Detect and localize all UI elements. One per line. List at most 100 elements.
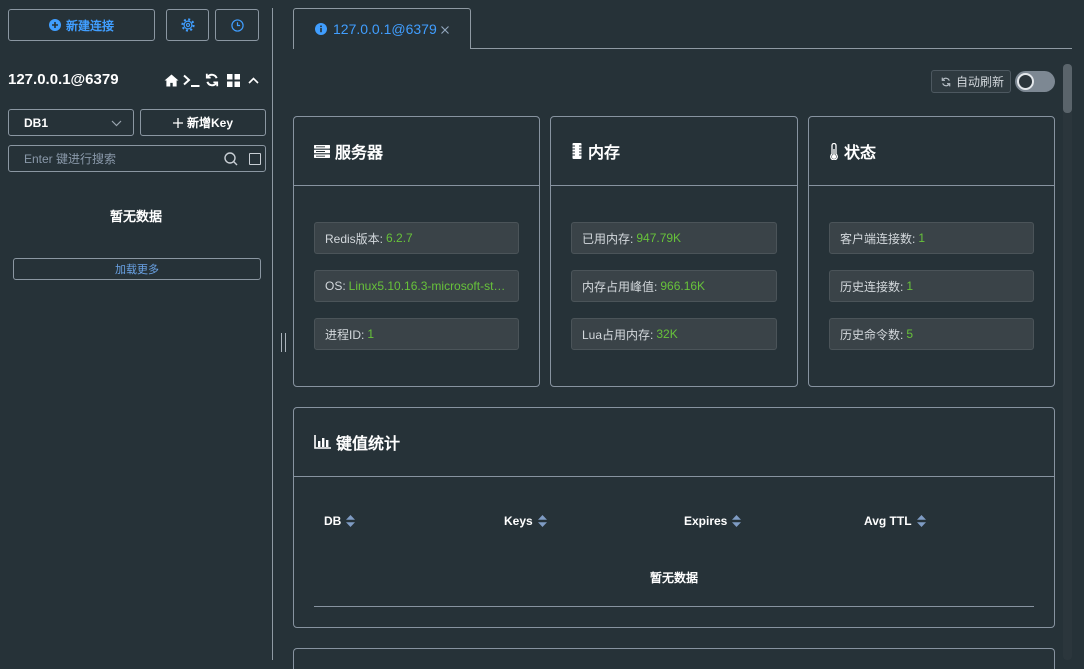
main-scrollbar[interactable] — [1063, 64, 1072, 660]
item-label: 进程ID: — [325, 327, 365, 342]
main-scrollbar-thumb[interactable] — [1063, 64, 1072, 113]
item-value: 5 — [906, 327, 914, 341]
item-label: 客户端连接数: — [840, 231, 916, 246]
memory-item-peak: 内存占用峰值: 966.16K — [571, 270, 777, 302]
memory-icon — [571, 143, 583, 159]
memory-card-title: 内存 — [588, 145, 621, 162]
bar-chart-icon — [314, 435, 331, 449]
item-label: Lua占用内存: — [582, 327, 654, 342]
table-empty-text: 暂无数据 — [649, 571, 698, 585]
sort-caret-icon[interactable] — [346, 514, 356, 527]
item-label: OS: — [325, 279, 346, 293]
server-card-title: 服务器 — [335, 145, 384, 162]
splitter-drag-handle[interactable] — [281, 333, 286, 352]
gear-icon — [180, 18, 195, 32]
server-card: 服务器 Redis版本: 6.2.7 OS: Linux5.10.16.3-mi… — [293, 116, 540, 387]
memory-item-used: 已用内存: 947.79K — [571, 222, 777, 254]
column-header-label: Keys — [504, 513, 533, 528]
main-panel: 127.0.0.1@6379 自动刷新 服务器 Redis版本: 6.2.7 O… — [290, 0, 1084, 669]
column-header-db[interactable]: DB — [314, 500, 494, 541]
plus-circle-icon — [48, 19, 61, 31]
auto-refresh-label: 自动刷新 — [956, 75, 1005, 89]
memory-item-lua: Lua占用内存: 32K — [571, 318, 777, 350]
key-list-empty-text: 暂无数据 — [109, 209, 162, 224]
toggle-knob — [1017, 73, 1034, 90]
key-search-box — [8, 145, 266, 172]
auto-refresh-button[interactable]: 自动刷新 — [931, 70, 1011, 93]
table-header-row: DB Keys Expires Avg TTL — [314, 500, 1034, 541]
item-label: 历史命令数: — [840, 327, 904, 342]
item-value: 947.79K — [636, 231, 682, 245]
refresh-icon[interactable] — [205, 73, 219, 87]
chevron-up-icon[interactable] — [248, 73, 259, 87]
thermometer-icon — [829, 142, 839, 160]
refresh-icon — [941, 77, 951, 87]
column-header-expires[interactable]: Expires — [674, 500, 854, 541]
splitter-line — [272, 8, 273, 660]
tab-label: 127.0.0.1@6379 — [333, 21, 437, 37]
sidebar: 新建连接 127.0.0.1@6379 DB1 新增Key Enter 键进行搜… — [0, 0, 272, 669]
new-connection-button[interactable]: 新建连接 — [8, 9, 155, 41]
status-item-total-connections: 历史连接数: 1 — [829, 270, 1034, 302]
status-card-header: 状态 — [809, 117, 1054, 186]
sort-caret-icon[interactable] — [537, 514, 547, 527]
load-more-label: 加载更多 — [115, 264, 159, 276]
command-log-button[interactable] — [215, 9, 259, 41]
sort-caret-icon[interactable] — [916, 514, 926, 527]
server-item-process-id: 进程ID: 1 — [314, 318, 519, 350]
grid-icon[interactable] — [227, 73, 240, 87]
connection-title[interactable]: 127.0.0.1@6379 — [8, 71, 119, 89]
chevron-down-icon — [111, 120, 122, 127]
item-value: 32K — [656, 327, 678, 341]
status-card-title: 状态 — [844, 145, 877, 162]
column-header-label: Expires — [684, 513, 728, 528]
new-key-label: 新增Key — [186, 116, 233, 130]
status-item-clients: 客户端连接数: 1 — [829, 222, 1034, 254]
plus-icon — [172, 117, 183, 128]
column-header-keys[interactable]: Keys — [494, 500, 674, 541]
info-icon — [315, 23, 327, 35]
tab-connection[interactable]: 127.0.0.1@6379 — [293, 8, 471, 49]
status-item-total-commands: 历史命令数: 5 — [829, 318, 1034, 350]
search-icon[interactable] — [224, 152, 238, 166]
item-value: 1 — [918, 231, 926, 245]
item-value: 966.16K — [660, 279, 706, 293]
key-stats-card: 键值统计 DB Keys Expires Avg TTL 暂无数据 — [293, 407, 1055, 628]
auto-refresh-toggle[interactable] — [1015, 71, 1055, 92]
item-value: Linux5.10.16.3-microsoft-st… — [348, 279, 506, 293]
pane-splitter — [272, 8, 290, 660]
column-header-label: DB — [324, 513, 342, 528]
settings-button[interactable] — [166, 9, 209, 41]
home-icon[interactable] — [164, 73, 179, 87]
column-header-avg-ttl[interactable]: Avg TTL — [854, 500, 1034, 541]
terminal-icon[interactable] — [183, 73, 200, 87]
item-label: 内存占用峰值: — [582, 279, 658, 294]
load-more-button[interactable]: 加载更多 — [13, 258, 261, 280]
sort-caret-icon[interactable] — [732, 514, 742, 527]
db-select[interactable]: DB1 — [8, 109, 134, 136]
table-empty-row: 暂无数据 — [314, 541, 1034, 607]
server-card-header: 服务器 — [294, 117, 539, 186]
key-stats-card-header: 键值统计 — [294, 408, 1054, 477]
close-icon[interactable] — [441, 26, 449, 34]
item-value: 6.2.7 — [386, 231, 413, 245]
key-search-input[interactable] — [9, 146, 219, 171]
item-label: Redis版本: — [325, 231, 384, 246]
server-item-os: OS: Linux5.10.16.3-microsoft-st… — [314, 270, 519, 302]
clock-icon — [230, 18, 244, 32]
key-stats-table: DB Keys Expires Avg TTL 暂无数据 — [314, 500, 1034, 607]
server-icon — [314, 144, 330, 158]
new-connection-label: 新建连接 — [65, 18, 114, 33]
server-item-redis-version: Redis版本: 6.2.7 — [314, 222, 519, 254]
key-stats-card-title: 键值统计 — [336, 436, 401, 453]
new-key-button[interactable]: 新增Key — [140, 109, 266, 136]
next-card-partial — [293, 648, 1055, 669]
column-header-label: Avg TTL — [864, 513, 912, 528]
tab-bar-divider — [470, 48, 1072, 49]
item-label: 已用内存: — [582, 231, 634, 246]
status-card: 状态 客户端连接数: 1 历史连接数: 1 历史命令数: 5 — [808, 116, 1055, 387]
item-value: 1 — [906, 279, 914, 293]
item-value: 1 — [367, 327, 375, 341]
memory-card: 内存 已用内存: 947.79K 内存占用峰值: 966.16K Lua占用内存… — [550, 116, 798, 387]
exact-search-checkbox[interactable] — [249, 153, 261, 165]
